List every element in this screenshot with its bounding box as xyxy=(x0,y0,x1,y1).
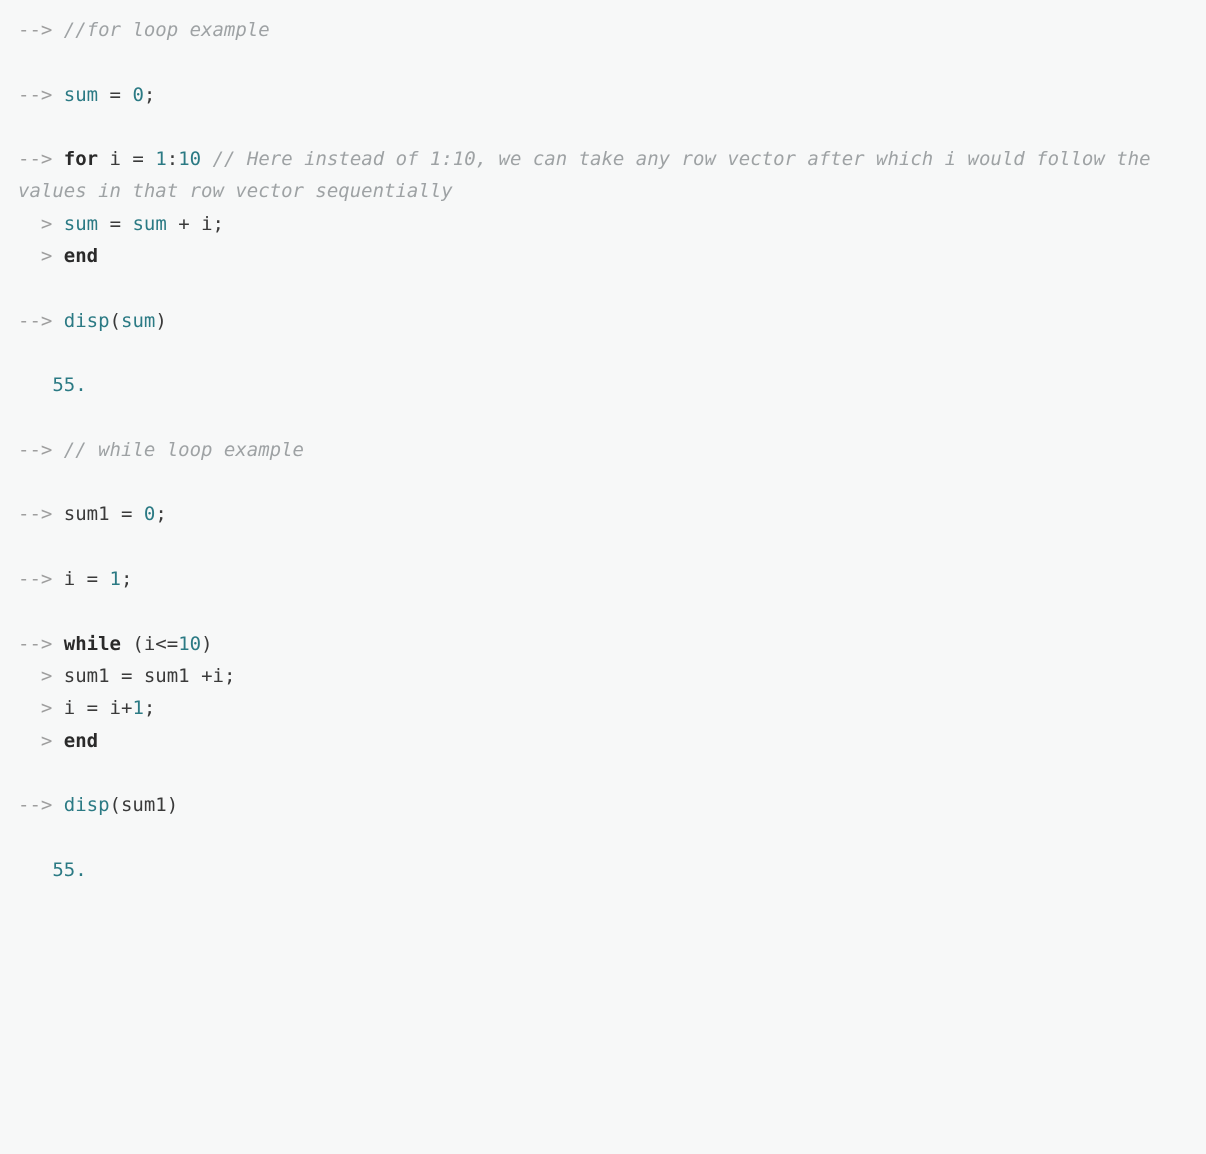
code-text: ( xyxy=(110,310,121,332)
code-text: ; xyxy=(155,503,166,525)
prompt: --> xyxy=(18,633,52,655)
code-text: sum1 = xyxy=(64,503,144,525)
prompt: --> xyxy=(18,568,52,590)
code-text: i = xyxy=(64,568,110,590)
code-output: 55. xyxy=(52,374,86,396)
code-comment: // while loop example xyxy=(64,439,304,461)
code-text: + i; xyxy=(167,213,224,235)
code-number: 0 xyxy=(132,84,143,106)
code-number: 10 xyxy=(178,633,201,655)
output-indent xyxy=(18,374,52,396)
code-text: ) xyxy=(201,633,212,655)
prompt-continuation: > xyxy=(18,665,52,687)
code-text: = xyxy=(98,84,132,106)
code-text: i = i+ xyxy=(64,697,133,719)
code-text: = xyxy=(98,213,132,235)
code-text: ; xyxy=(121,568,132,590)
code-keyword: for xyxy=(64,148,98,170)
prompt-continuation: > xyxy=(18,697,52,719)
code-text: ; xyxy=(144,84,155,106)
code-number: 1 xyxy=(110,568,121,590)
code-number: 10 xyxy=(178,148,201,170)
prompt: --> xyxy=(18,148,52,170)
code-text: sum1 = sum1 +i; xyxy=(64,665,236,687)
code-text xyxy=(201,148,212,170)
prompt: --> xyxy=(18,19,52,41)
code-builtin: sum xyxy=(132,213,166,235)
prompt-continuation: > xyxy=(18,245,52,267)
code-number: 1 xyxy=(132,697,143,719)
code-builtin: disp xyxy=(64,310,110,332)
code-output: 55. xyxy=(52,859,86,881)
prompt: --> xyxy=(18,84,52,106)
code-text: i = xyxy=(98,148,155,170)
code-keyword: end xyxy=(64,245,98,267)
code-block: --> //for loop example --> sum = 0; --> … xyxy=(18,14,1188,886)
prompt-continuation: > xyxy=(18,213,52,235)
code-number: 1 xyxy=(155,148,166,170)
code-text: : xyxy=(167,148,178,170)
prompt: --> xyxy=(18,439,52,461)
code-builtin: sum xyxy=(64,213,98,235)
code-comment: //for loop example xyxy=(64,19,270,41)
code-builtin: disp xyxy=(64,794,110,816)
code-builtin: sum xyxy=(121,310,155,332)
prompt: --> xyxy=(18,794,52,816)
prompt-continuation: > xyxy=(18,730,52,752)
code-keyword: end xyxy=(64,730,98,752)
code-text: (i<= xyxy=(121,633,178,655)
code-text: ) xyxy=(155,310,166,332)
code-text: ; xyxy=(144,697,155,719)
code-text: (sum1) xyxy=(110,794,179,816)
prompt: --> xyxy=(18,310,52,332)
prompt: --> xyxy=(18,503,52,525)
output-indent xyxy=(18,859,52,881)
code-keyword: while xyxy=(64,633,121,655)
code-number: 0 xyxy=(144,503,155,525)
code-builtin: sum xyxy=(64,84,98,106)
